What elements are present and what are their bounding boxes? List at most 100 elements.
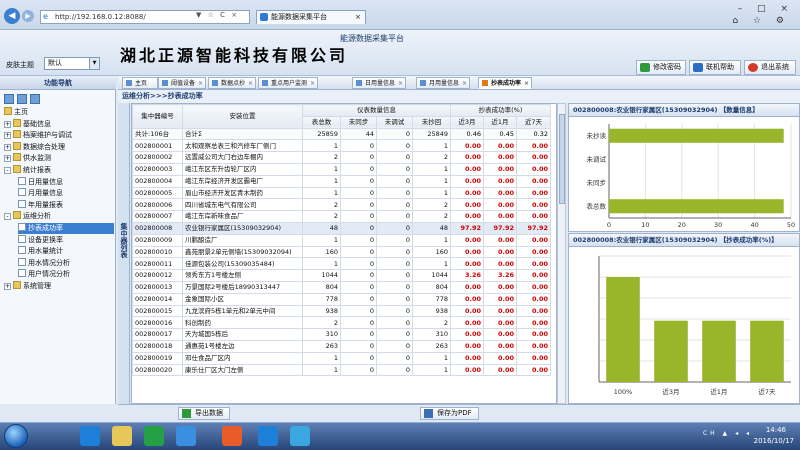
tab-threshold-device[interactable]: 阈值设备 × [158,77,207,89]
table-row[interactable]: 002800017 天为城国5栋后 310 0 0 310 0.00 0.00 0.00 [132,328,551,341]
table-row[interactable]: 002800005 眉山市经济开发区青木制药 1 0 0 1 0.00 0.00 0.00 [132,186,551,200]
expand-icon[interactable]: + [4,155,11,163]
browser-toolbar-icons[interactable]: ⌂ ☆ ⚙ [732,16,790,26]
bird-taskbar-icon[interactable] [176,426,196,446]
collapse-icon[interactable]: - [4,213,11,221]
app-store-taskbar-icon[interactable] [222,426,242,446]
clock-time[interactable]: 14:46 [766,426,786,434]
tab-close-icon[interactable]: × [524,78,529,89]
col-header-1month[interactable]: 近1月 [483,115,517,129]
qq-taskbar-icon[interactable] [290,426,310,446]
sidebar-item[interactable]: 日用量信息 [18,176,114,188]
sidebar-item[interactable]: - 统计报表 [4,165,114,176]
cell-id: 002800011 [132,257,183,271]
save-pdf-button[interactable]: 保存为PDF [420,407,479,420]
scrollbar-thumb[interactable] [559,114,565,204]
table-row[interactable]: 002800018 通惠苑1号楼左边 263 0 0 263 0.00 0.00 0.00 [132,339,551,353]
table-row[interactable]: 002800014 金象国际小区 778 0 0 778 0.00 0.00 0.00 [132,292,551,306]
sidebar-item[interactable]: 用水量统计 [18,246,114,257]
sidebar-item[interactable]: 用户情况分析 [18,269,114,280]
sidebar-item[interactable]: + 供水监测 [4,153,114,164]
table-row[interactable]: 002800001 太和观察总表三和汽修车厂侧门 1 0 0 1 0.00 0.00 0.00 [132,139,551,153]
refresh-icon[interactable] [30,94,40,104]
online-help-button[interactable]: 联机帮助 [689,60,741,75]
expand-icon[interactable]: + [4,120,11,128]
tab-close-icon[interactable]: × [248,78,253,89]
tab-home[interactable]: 主页 [122,77,159,89]
sidebar-item[interactable]: 抄表成功率 [18,223,114,234]
back-button[interactable]: ◀ [4,8,20,24]
ie-active-taskbar-icon[interactable] [258,426,278,446]
table-row[interactable]: 002800008 农业银行家属区(15309032904) 48 0 0 48 97.92… [132,221,551,235]
sidebar-item[interactable]: + 基础信息 [4,118,114,130]
tab-daily-usage[interactable]: 日用量信息 × [352,77,407,89]
sidebar-item[interactable]: 设备更换率 [18,234,114,246]
col-header-location[interactable]: 安装位置 [182,104,303,129]
expand-icon[interactable]: + [4,143,11,151]
skin-theme-select[interactable]: 默认 ▼ [44,57,100,70]
table-row[interactable]: 002800013 万景国际2号楼后18990313447 804 0 0 804 0.00… [132,280,551,294]
table-row[interactable]: 002800010 鑫苑丽景2单元侧墙(15309032094) 160 0 0 160 0… [132,245,551,259]
sidebar-item[interactable]: - 运维分析 [4,211,114,222]
sidebar-item[interactable]: 用水情况分析 [18,257,114,269]
sidebar-item[interactable]: + 系统管理 [4,281,114,292]
address-controls[interactable]: ▼ ☆ C × [196,11,239,19]
table-row[interactable]: 002800012 领秀东方1号楼左侧 1044 0 0 1044 3.26 3.26 0.00 [132,269,551,282]
table-scrollbar[interactable] [557,103,566,404]
tab-close-icon[interactable]: × [310,78,315,89]
tab-read-success-rate[interactable]: 抄表成功率 × [478,77,533,89]
sidebar-item[interactable]: + 档案维护与调试 [4,130,114,141]
tab-close-icon[interactable]: × [398,78,403,89]
tab-close-icon[interactable]: × [462,78,467,89]
forward-button[interactable]: ▶ [22,10,34,22]
table-row[interactable]: 002800016 科创制药 2 0 0 2 0.00 0.00 0.00 [132,316,551,330]
tab-close-icon[interactable]: × [198,78,203,89]
table-row[interactable]: 002800003 峨江东区东升齿轮厂区内 1 0 0 1 0.00 0.00 0.00 [132,162,551,176]
table-row[interactable]: 002800015 九龙滨府5栋1单元和2单元中间 938 0 0 938 0.00 0.00… [132,304,551,318]
window-controls[interactable]: – □ × [738,4,794,14]
logout-button[interactable]: 退出系统 [744,60,796,75]
col-header-id[interactable]: 集中器编号 [132,104,183,129]
col-header-7days[interactable]: 近7天 [516,115,551,129]
sidebar-item[interactable]: 年用量报表 [18,199,114,211]
start-button[interactable] [4,424,28,448]
table-row[interactable]: 002800011 佳源包装公司(15309035484) 1 0 0 1 0.00 0.00… [132,257,551,271]
col-header-unsync[interactable]: 未同步 [340,115,377,129]
rate-chart-title: 002800008:农业银行家属区(15309032904) 【抄表成功率(%)… [569,234,799,247]
col-header-total[interactable]: 表总数 [302,115,341,129]
tab-monthly-usage[interactable]: 月用量信息 × [416,77,471,89]
expand-icon[interactable]: + [4,132,11,140]
explorer-taskbar-icon[interactable] [112,426,132,446]
browser-tab[interactable]: 能源数据采集平台 × [256,10,366,24]
expand-all-icon[interactable] [4,94,14,104]
table-row[interactable]: 002800004 峨江东岸经济开发区霸电厂 1 0 0 1 0.00 0.00 0.00 [132,174,551,188]
sidebar-item[interactable]: 主页 [4,107,114,118]
tab-data-read[interactable]: 数据点抄 × [208,77,257,89]
sidebar-item[interactable]: + 数据综合处理 [4,141,114,153]
table-row[interactable]: 002800009 川鹏酿造厂 1 0 0 1 0.00 0.00 0.00 [132,233,551,247]
col-header-undebug[interactable]: 未调试 [376,115,413,129]
table-row[interactable]: 002800006 四川省城东电气有限公司 2 0 0 2 0.00 0.00 0.00 [132,198,551,212]
sidebar-item[interactable]: 月用量信息 [18,188,114,199]
table-row[interactable]: 002800002 远置威公司大门右边车棚内 2 0 0 2 0.00 0.00 0.00 [132,151,551,164]
tab-key-user-monitor[interactable]: 重点用户监测 × [258,77,319,89]
export-data-button[interactable]: 导出数据 [178,407,230,420]
collapse-icon[interactable]: - [4,167,11,174]
expand-icon[interactable]: + [4,283,11,290]
concentrator-list-strip[interactable]: 集中器列表 [118,103,130,404]
col-header-3months[interactable]: 近3月 [450,115,484,129]
tab-label: 阈值设备 [171,80,196,87]
clock-date[interactable]: 2016/10/17 [754,437,794,445]
bar [606,277,640,382]
tab-close-icon[interactable]: × [355,11,361,24]
ie-taskbar-icon[interactable] [80,426,100,446]
system-tray[interactable]: CH ▲ ◂ ◂ [703,430,752,437]
cell-m1: 0.00 [483,210,517,223]
iqiyi-taskbar-icon[interactable] [144,426,164,446]
collapse-all-icon[interactable] [17,94,27,104]
change-password-button[interactable]: 修改密码 [636,60,686,75]
col-header-unread[interactable]: 未抄回 [412,115,451,129]
table-row[interactable]: 002800019 邓仕食品厂区内 1 0 0 1 0.00 0.00 0.00 [132,351,551,365]
table-row[interactable]: 002800020 康乐仕厂区大门左侧 1 0 0 1 0.00 0.00 0.00 [132,363,551,377]
table-row[interactable]: 002800007 峨江东岸新味食品厂 2 0 0 2 0.00 0.00 0.00 [132,210,551,223]
